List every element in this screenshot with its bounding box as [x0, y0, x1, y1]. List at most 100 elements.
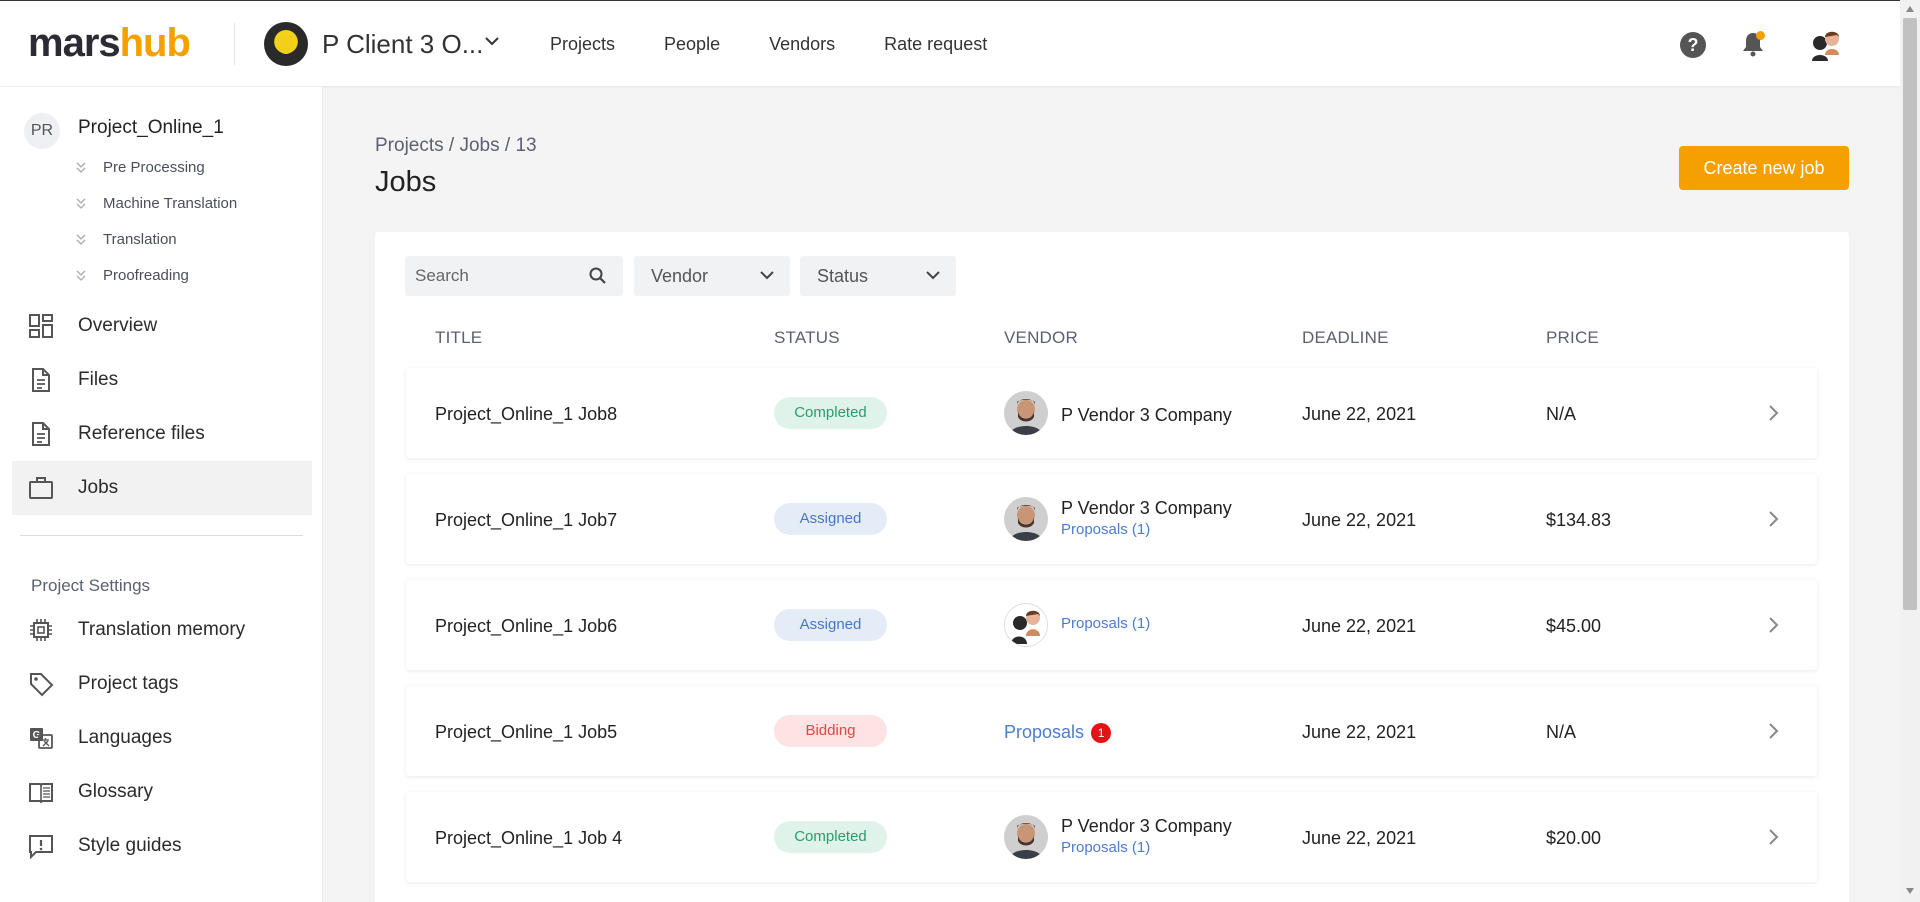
sidebar-item-label: Style guides [78, 835, 182, 856]
chevron-down-icon [926, 271, 940, 280]
proposals-link[interactable]: Proposals 1 [1004, 722, 1112, 743]
page-title: Jobs [375, 166, 437, 198]
nav-people[interactable]: People [664, 34, 720, 55]
client-avatar[interactable] [264, 22, 308, 66]
sidebar-item-label: Translation memory [78, 619, 246, 640]
workflow-step-label: Proofreading [103, 267, 189, 284]
help-icon[interactable]: ? [1680, 32, 1706, 58]
create-new-job-button[interactable]: Create new job [1679, 146, 1849, 190]
job-deadline: June 22, 2021 [1302, 616, 1417, 636]
vendor-filter[interactable]: Vendor [634, 256, 790, 296]
jobs-panel: Vendor Status TITLE STATUS VENDOR DEADLI… [375, 232, 1849, 902]
proposals-link[interactable]: Proposals (1) [1061, 839, 1150, 856]
chevron-down-icon [760, 271, 774, 280]
sidebar-item-label: Glossary [78, 781, 153, 802]
nav-projects[interactable]: Projects [550, 34, 615, 55]
sidebar-item-label: Languages [78, 727, 173, 748]
job-title: Project_Online_1 Job8 [435, 404, 618, 424]
page-scrollbar[interactable] [1900, 0, 1920, 902]
vendor-avatar [1004, 391, 1048, 435]
header-divider [234, 23, 235, 65]
status-filter-label: Status [817, 266, 869, 286]
sidebar-item-files[interactable]: Files [12, 353, 312, 407]
briefcase-icon [29, 477, 53, 499]
job-title: Project_Online_1 Job7 [435, 510, 618, 530]
table-row[interactable]: Project_Online_1 Job8 Completed P Vendor… [406, 368, 1817, 458]
job-price: $20.00 [1546, 828, 1602, 848]
notification-dot [1756, 31, 1765, 40]
nav-vendors[interactable]: Vendors [769, 34, 835, 55]
job-title: Project_Online_1 Job5 [435, 722, 618, 742]
workflow-step[interactable]: Pre Processing [76, 153, 237, 189]
tag-icon [30, 673, 54, 697]
chevron-double-down-icon [76, 270, 86, 281]
chevron-right-icon[interactable] [1768, 616, 1780, 634]
chevron-right-icon[interactable] [1768, 722, 1780, 740]
workflow-step[interactable]: Machine Translation [76, 189, 237, 225]
chevron-down-icon[interactable] [484, 35, 500, 47]
status-badge: Assigned [774, 609, 887, 641]
proposals-link[interactable]: Proposals (1) [1061, 615, 1150, 632]
scrollbar-thumb[interactable] [1903, 18, 1917, 610]
chevron-right-icon[interactable] [1768, 510, 1780, 528]
chevron-right-icon[interactable] [1768, 828, 1780, 846]
column-header-price: PRICE [1546, 328, 1599, 347]
sidebar-item-translation-memory[interactable]: Translation memory [12, 603, 312, 657]
workflow-steps: Pre Processing Machine Translation Trans… [76, 153, 237, 297]
table-row[interactable]: Project_Online_1 Job 4 Completed P Vendo… [406, 792, 1817, 882]
vendor-avatar [1004, 815, 1048, 859]
vendor-name: P Vendor 3 Company [1061, 816, 1232, 836]
sidebar: PR Project_Online_1 Pre Processing Machi… [0, 87, 323, 902]
sidebar-item-jobs[interactable]: Jobs [12, 461, 312, 515]
search-box[interactable] [405, 256, 623, 296]
workflow-step[interactable]: Proofreading [76, 261, 237, 297]
project-nav: Overview Files Reference files Jobs [12, 299, 312, 515]
job-title: Project_Online_1 Job 4 [435, 828, 623, 848]
table-row[interactable]: Project_Online_1 Job5 Bidding Proposals … [406, 686, 1817, 776]
table-row[interactable]: Project_Online_1 Job7 Assigned P Vendor … [406, 474, 1817, 564]
job-deadline: June 22, 2021 [1302, 510, 1417, 530]
column-header-vendor: VENDOR [1004, 328, 1078, 347]
workflow-step-label: Machine Translation [103, 195, 238, 212]
job-deadline: June 22, 2021 [1302, 828, 1417, 848]
status-badge: Assigned [774, 503, 887, 535]
status-badge: Completed [774, 821, 887, 853]
proposals-link[interactable]: Proposals (1) [1061, 521, 1150, 538]
scroll-down-arrow[interactable] [1906, 888, 1914, 894]
workflow-step-label: Pre Processing [103, 159, 205, 176]
breadcrumb[interactable]: Projects / Jobs / 13 [375, 135, 537, 157]
status-filter[interactable]: Status [800, 256, 956, 296]
sidebar-item-label: Reference files [78, 423, 205, 444]
sidebar-item-project-tags[interactable]: Project tags [12, 657, 312, 711]
chevron-double-down-icon [76, 234, 86, 245]
scroll-up-arrow[interactable] [1906, 6, 1914, 12]
sidebar-item-style-guides[interactable]: Style guides [12, 819, 312, 873]
job-deadline: June 22, 2021 [1302, 722, 1417, 742]
project-avatar: PR [24, 113, 60, 149]
sidebar-item-label: Files [78, 369, 119, 390]
workflow-step-label: Translation [103, 231, 177, 248]
search-icon[interactable] [589, 267, 607, 285]
workflow-step[interactable]: Translation [76, 225, 237, 261]
vendor-name: P Vendor 3 Company [1061, 498, 1232, 518]
proposals-label: Proposals [1004, 722, 1085, 742]
sidebar-item-overview[interactable]: Overview [12, 299, 312, 353]
chevron-right-icon[interactable] [1768, 404, 1780, 422]
client-name[interactable]: P Client 3 O... [322, 29, 483, 60]
sidebar-item-glossary[interactable]: Glossary [12, 765, 312, 819]
project-name[interactable]: Project_Online_1 [78, 117, 224, 139]
nav-rate-request[interactable]: Rate request [884, 34, 987, 55]
marshub-logo[interactable]: marshub [28, 21, 191, 65]
sidebar-item-languages[interactable]: G Languages [12, 711, 312, 765]
reference-file-icon [32, 422, 50, 446]
table-row[interactable]: Project_Online_1 Job6 Assigned Proposals… [406, 580, 1817, 670]
sidebar-item-label: Overview [78, 315, 158, 336]
sidebar-item-reference-files[interactable]: Reference files [12, 407, 312, 461]
vendor-avatar [1004, 603, 1048, 647]
proposal-count-badge: 1 [1091, 723, 1112, 743]
search-input[interactable] [405, 256, 575, 296]
job-price: $45.00 [1546, 616, 1602, 636]
user-avatar[interactable] [1806, 27, 1844, 65]
chip-icon [30, 619, 52, 641]
translate-icon: G [30, 728, 53, 749]
